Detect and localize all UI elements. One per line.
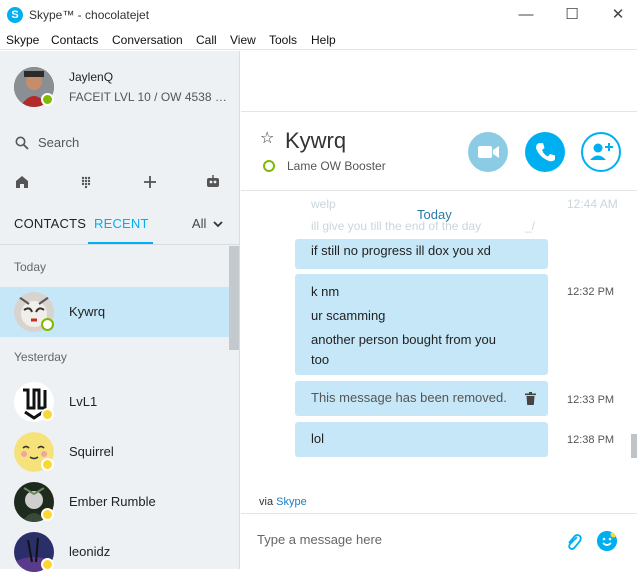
message-bubble[interactable]: This message has been removed. (295, 381, 548, 416)
mood-message: Lame OW Booster (287, 159, 386, 173)
conversation-scrollbar[interactable] (631, 434, 637, 458)
plus-icon[interactable] (141, 173, 159, 191)
online-status-icon (41, 318, 54, 331)
profile-status: FACEIT LVL 10 / OW 4538 P... (69, 90, 229, 104)
paperclip-icon[interactable] (565, 532, 583, 552)
sidebar: JaylenQ FACEIT LVL 10 / OW 4538 P... Sea… (0, 51, 240, 572)
message-bubble[interactable]: k nm ur scamming another person bought f… (295, 274, 548, 375)
menu-skype[interactable]: Skype (6, 33, 39, 47)
date-divider: Today (417, 207, 452, 222)
star-icon[interactable]: ☆ (260, 128, 274, 148)
message-text: ur scamming (311, 308, 386, 323)
message-timestamp: 12:38 PM (567, 434, 615, 446)
conversation-pane: ☆ Kywrq Lame OW Booster welp ill give yo… (241, 51, 637, 569)
message-text: if still no progress ill dox you xd (311, 243, 491, 258)
menu-bar: Skype Contacts Conversation Call View To… (0, 30, 637, 50)
chevron-down-icon (213, 221, 223, 228)
minimize-button[interactable]: — (511, 4, 541, 26)
message-timestamp: 12:32 PM (567, 286, 615, 298)
message-text: another person bought from you (311, 332, 497, 347)
audio-call-button[interactable] (525, 132, 565, 172)
title-bar: S Skype™ - chocolatejet — ☐ ✕ (0, 0, 637, 30)
tab-contacts[interactable]: CONTACTS (14, 216, 86, 231)
message-text: too (311, 352, 330, 367)
contact-name: Kywrq (69, 304, 106, 319)
message-text: k nm (311, 284, 340, 299)
sidebar-scrollbar[interactable] (229, 246, 239, 350)
message-bubble[interactable]: lol (295, 422, 548, 457)
menu-view[interactable]: View (230, 33, 256, 47)
faded-message: _/ (525, 219, 536, 233)
section-yesterday: Yesterday (14, 350, 67, 364)
away-status-icon (41, 408, 54, 421)
message-text: This message has been removed. (311, 390, 507, 405)
add-people-button[interactable] (581, 132, 621, 172)
contact-row-lvl1[interactable]: LvL1 (0, 377, 229, 427)
online-status-icon (263, 160, 275, 172)
menu-contacts[interactable]: Contacts (51, 33, 98, 47)
menu-help[interactable]: Help (311, 33, 336, 47)
contact-row-kywrq[interactable]: Kywrq (0, 287, 229, 337)
search-label: Search (38, 135, 80, 150)
away-status-icon (41, 458, 54, 471)
contact-row-ember-rumble[interactable]: Ember Rumble (0, 477, 229, 527)
search-box[interactable]: Search (0, 131, 239, 161)
away-status-icon (41, 558, 54, 571)
faded-message: welp (311, 197, 336, 211)
menu-tools[interactable]: Tools (269, 33, 297, 47)
dialpad-icon[interactable] (77, 173, 95, 191)
emoticon-icon[interactable] (597, 531, 617, 551)
online-status-icon (41, 93, 54, 106)
via-prefix: via (259, 496, 274, 508)
via-skype-link[interactable]: Skype (276, 496, 307, 508)
profile-name: JaylenQ (69, 70, 114, 84)
close-button[interactable]: ✕ (603, 4, 633, 26)
message-text: lol (311, 431, 325, 446)
tab-recent[interactable]: RECENT (94, 216, 149, 231)
home-icon[interactable] (13, 173, 31, 191)
sidebar-toolbar (0, 169, 239, 197)
message-input[interactable] (257, 532, 547, 547)
add-person-icon (590, 143, 613, 160)
away-status-icon (41, 508, 54, 521)
message-list: welp ill give you till the end of the da… (241, 192, 637, 492)
bot-icon[interactable] (204, 173, 222, 191)
trash-icon[interactable] (525, 392, 536, 405)
conversation-title: Kywrq (285, 128, 347, 153)
faded-timestamp: 12:44 AM (567, 197, 618, 211)
filter-dropdown[interactable]: All (192, 216, 223, 231)
filter-label: All (191, 216, 207, 231)
contact-row-leonidz[interactable]: leonidz (0, 527, 229, 577)
skype-logo-icon: S (7, 7, 23, 23)
window-title: Skype™ - chocolatejet (29, 8, 150, 22)
maximize-button[interactable]: ☐ (557, 4, 587, 26)
phone-icon (536, 143, 555, 162)
message-timestamp: 12:33 PM (567, 394, 615, 406)
message-composer (241, 513, 637, 569)
tab-recent-indicator (88, 242, 153, 244)
profile-header[interactable]: JaylenQ FACEIT LVL 10 / OW 4538 P... (0, 51, 239, 131)
contact-name: leonidz (69, 544, 111, 559)
contact-name: Ember Rumble (69, 494, 156, 509)
message-bubble[interactable]: if still no progress ill dox you xd (295, 239, 548, 269)
video-call-button[interactable] (468, 132, 508, 172)
contact-row-squirrel[interactable]: Squirrel (0, 427, 229, 477)
contact-name: Squirrel (69, 444, 114, 459)
video-camera-icon (478, 146, 499, 158)
via-label: via Skype (259, 496, 307, 508)
faded-message: ill give you till the end of the day (311, 219, 482, 233)
section-today: Today (14, 260, 47, 274)
contact-tabs: CONTACTS RECENT All (0, 211, 239, 245)
conversation-header: ☆ Kywrq Lame OW Booster (241, 111, 637, 191)
search-icon (15, 136, 29, 150)
menu-conversation[interactable]: Conversation (112, 33, 183, 47)
menu-call[interactable]: Call (196, 33, 217, 47)
contact-name: LvL1 (69, 394, 98, 409)
